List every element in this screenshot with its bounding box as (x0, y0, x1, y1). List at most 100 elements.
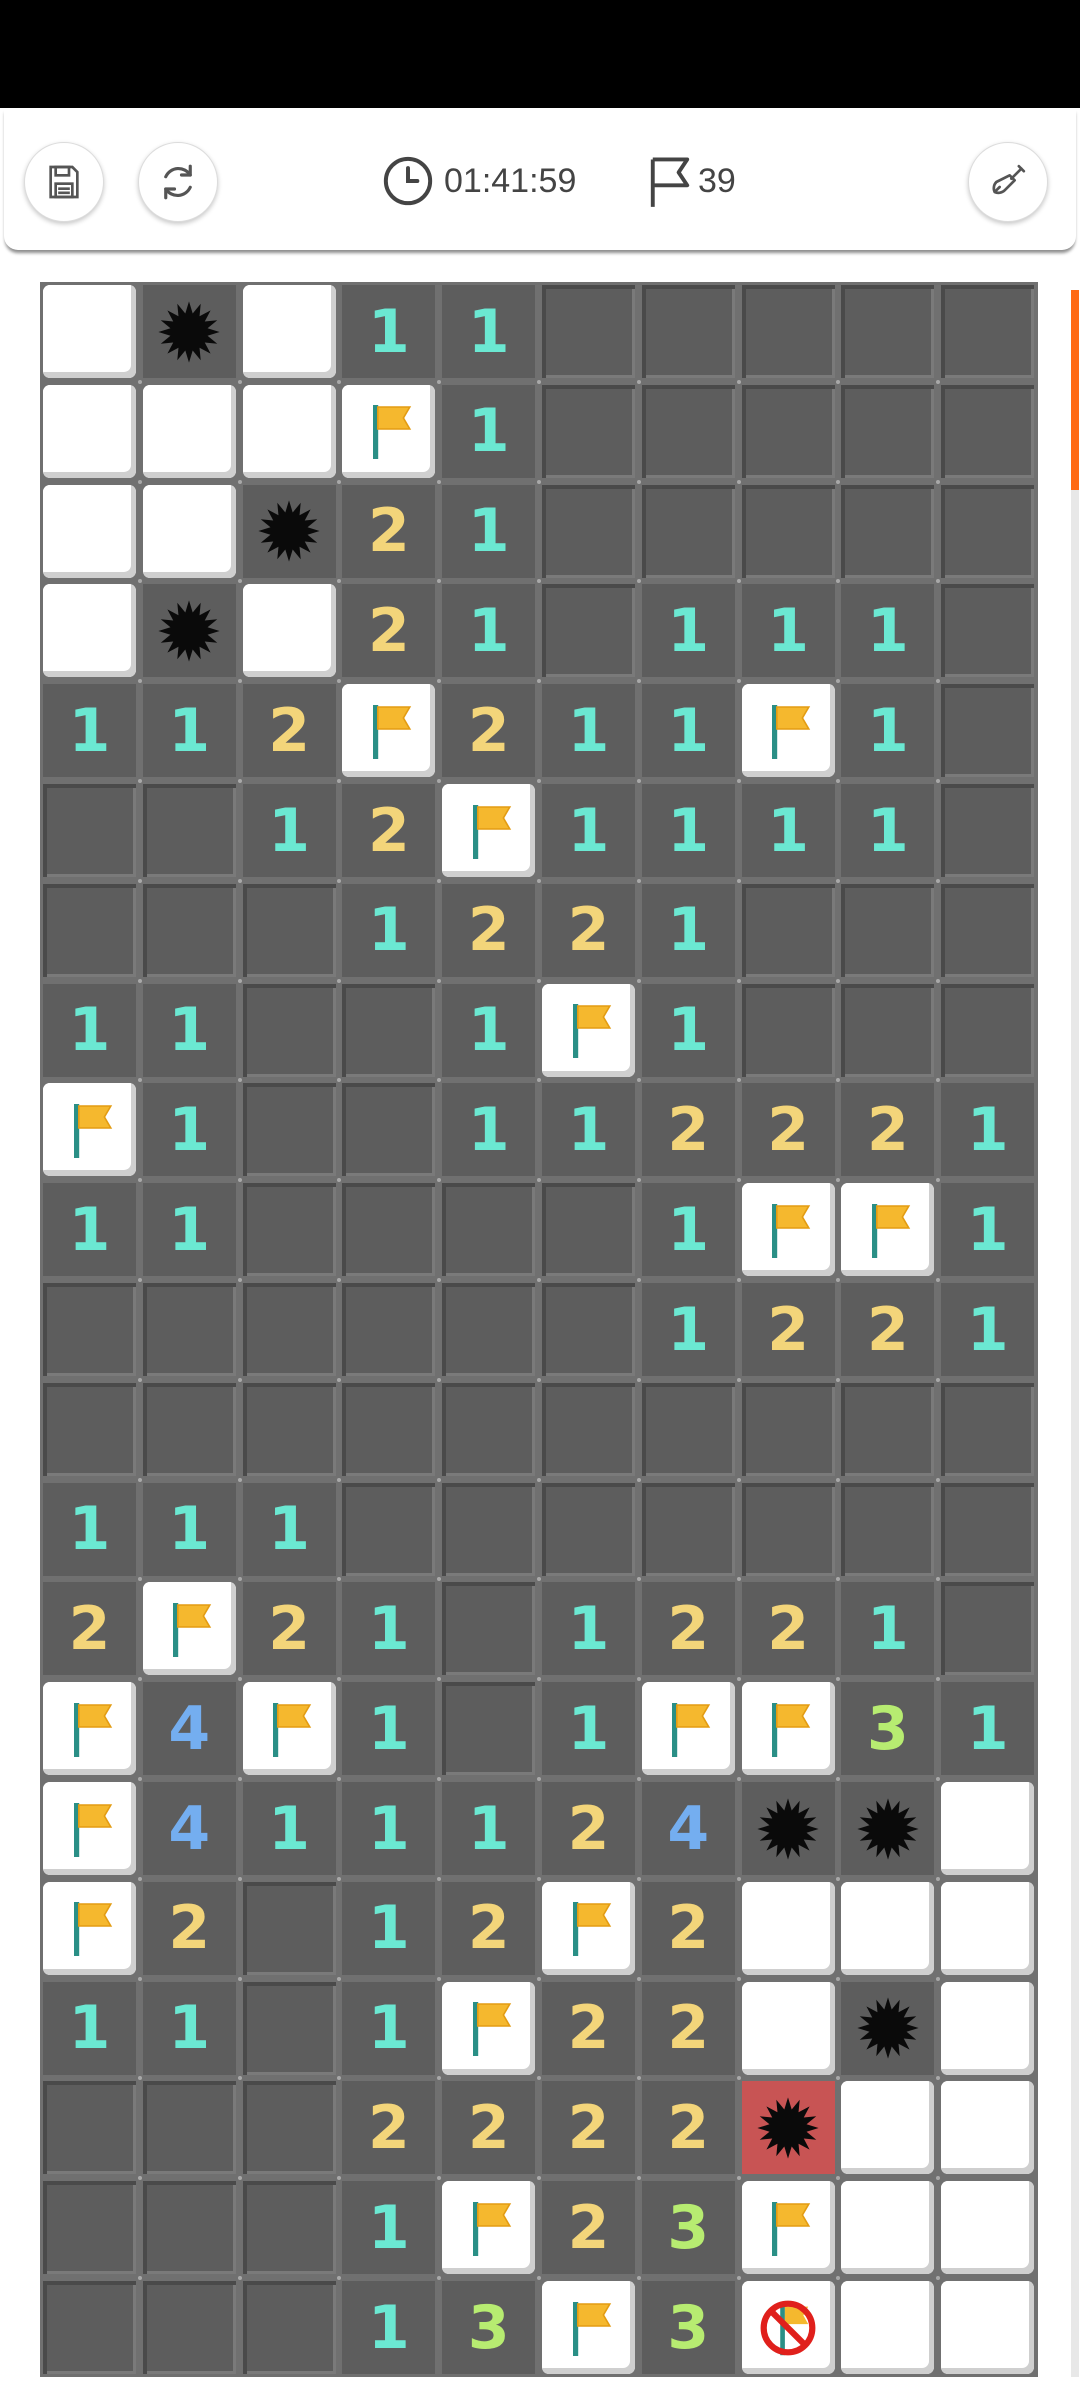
number-cell[interactable]: 1 (641, 684, 735, 778)
hidden-cell[interactable] (841, 883, 935, 977)
hidden-cell[interactable] (242, 1183, 336, 1277)
number-cell[interactable]: 2 (242, 684, 336, 778)
hidden-cell[interactable] (242, 1881, 336, 1975)
hidden-cell[interactable] (941, 1382, 1035, 1476)
number-cell[interactable]: 2 (43, 1582, 136, 1676)
revealed-empty-cell[interactable] (741, 1881, 835, 1975)
hidden-cell[interactable] (741, 1382, 835, 1476)
number-cell[interactable]: 1 (442, 484, 536, 578)
hidden-cell[interactable] (641, 1482, 735, 1576)
flagged-cell[interactable] (542, 1881, 635, 1975)
hidden-cell[interactable] (741, 883, 835, 977)
hidden-cell[interactable] (43, 784, 136, 877)
hidden-cell[interactable] (342, 1482, 436, 1576)
number-cell[interactable]: 1 (941, 1682, 1035, 1776)
hidden-cell[interactable] (841, 1482, 935, 1576)
revealed-empty-cell[interactable] (741, 1981, 835, 2075)
hidden-cell[interactable] (941, 384, 1035, 478)
hidden-cell[interactable] (941, 285, 1035, 378)
number-cell[interactable]: 1 (342, 2181, 436, 2275)
hidden-cell[interactable] (442, 1682, 536, 1776)
number-cell[interactable]: 1 (542, 784, 635, 877)
hidden-cell[interactable] (542, 1382, 635, 1476)
hidden-cell[interactable] (242, 883, 336, 977)
hidden-cell[interactable] (142, 1283, 236, 1376)
number-cell[interactable]: 1 (342, 1881, 436, 1975)
number-cell[interactable]: 1 (342, 883, 436, 977)
number-cell[interactable]: 1 (641, 883, 735, 977)
flagged-cell[interactable] (342, 384, 436, 478)
hidden-cell[interactable] (442, 1582, 536, 1676)
revealed-empty-cell[interactable] (43, 384, 136, 478)
number-cell[interactable]: 1 (442, 983, 536, 1077)
flagged-cell[interactable] (741, 2181, 835, 2275)
number-cell[interactable]: 2 (641, 1083, 735, 1177)
number-cell[interactable]: 1 (43, 983, 136, 1077)
revealed-empty-cell[interactable] (941, 1782, 1035, 1875)
number-cell[interactable]: 1 (342, 1682, 436, 1776)
number-cell[interactable]: 1 (442, 584, 536, 678)
hidden-cell[interactable] (242, 2281, 336, 2374)
hidden-cell[interactable] (841, 484, 935, 578)
hidden-cell[interactable] (342, 1283, 436, 1376)
hidden-cell[interactable] (442, 1183, 536, 1277)
number-cell[interactable]: 1 (941, 1083, 1035, 1177)
number-cell[interactable]: 1 (542, 1582, 635, 1676)
number-cell[interactable]: 1 (641, 584, 735, 678)
wrong-flag-cell[interactable] (741, 2281, 835, 2374)
number-cell[interactable]: 1 (941, 1183, 1035, 1277)
number-cell[interactable]: 4 (142, 1782, 236, 1875)
hidden-cell[interactable] (442, 1283, 536, 1376)
number-cell[interactable]: 2 (741, 1582, 835, 1676)
mine-cell[interactable] (841, 1782, 935, 1875)
hidden-cell[interactable] (542, 285, 635, 378)
flagged-cell[interactable] (841, 1183, 935, 1277)
number-cell[interactable]: 1 (841, 784, 935, 877)
hidden-cell[interactable] (941, 784, 1035, 877)
exploded-mine-cell[interactable] (741, 2081, 835, 2175)
revealed-empty-cell[interactable] (43, 285, 136, 378)
restart-button[interactable] (138, 142, 218, 222)
revealed-empty-cell[interactable] (941, 1981, 1035, 2075)
number-cell[interactable]: 3 (641, 2181, 735, 2275)
hidden-cell[interactable] (442, 1382, 536, 1476)
number-cell[interactable]: 2 (641, 1881, 735, 1975)
hidden-cell[interactable] (741, 384, 835, 478)
hidden-cell[interactable] (542, 1183, 635, 1277)
hidden-cell[interactable] (43, 1382, 136, 1476)
revealed-empty-cell[interactable] (841, 1881, 935, 1975)
revealed-empty-cell[interactable] (142, 484, 236, 578)
number-cell[interactable]: 1 (841, 1582, 935, 1676)
number-cell[interactable]: 1 (43, 684, 136, 778)
hidden-cell[interactable] (941, 1582, 1035, 1676)
hidden-cell[interactable] (741, 484, 835, 578)
number-cell[interactable]: 2 (641, 2081, 735, 2175)
flagged-cell[interactable] (242, 1682, 336, 1776)
number-cell[interactable]: 1 (941, 1283, 1035, 1376)
hidden-cell[interactable] (542, 1482, 635, 1576)
flagged-cell[interactable] (442, 1981, 536, 2075)
number-cell[interactable]: 1 (43, 1981, 136, 2075)
revealed-empty-cell[interactable] (242, 285, 336, 378)
number-cell[interactable]: 1 (741, 584, 835, 678)
hidden-cell[interactable] (941, 883, 1035, 977)
number-cell[interactable]: 2 (641, 1582, 735, 1676)
number-cell[interactable]: 1 (542, 1682, 635, 1776)
number-cell[interactable]: 1 (242, 1482, 336, 1576)
number-cell[interactable]: 3 (641, 2281, 735, 2374)
hidden-cell[interactable] (542, 584, 635, 678)
number-cell[interactable]: 2 (442, 684, 536, 778)
number-cell[interactable]: 2 (841, 1083, 935, 1177)
hidden-cell[interactable] (941, 684, 1035, 778)
hidden-cell[interactable] (542, 1283, 635, 1376)
hidden-cell[interactable] (342, 1183, 436, 1277)
number-cell[interactable]: 1 (641, 1183, 735, 1277)
hidden-cell[interactable] (741, 1482, 835, 1576)
flagged-cell[interactable] (442, 784, 536, 877)
hidden-cell[interactable] (242, 1083, 336, 1177)
number-cell[interactable]: 1 (142, 1482, 236, 1576)
number-cell[interactable]: 2 (442, 2081, 536, 2175)
revealed-empty-cell[interactable] (941, 1881, 1035, 1975)
flagged-cell[interactable] (142, 1582, 236, 1676)
number-cell[interactable]: 1 (342, 285, 436, 378)
